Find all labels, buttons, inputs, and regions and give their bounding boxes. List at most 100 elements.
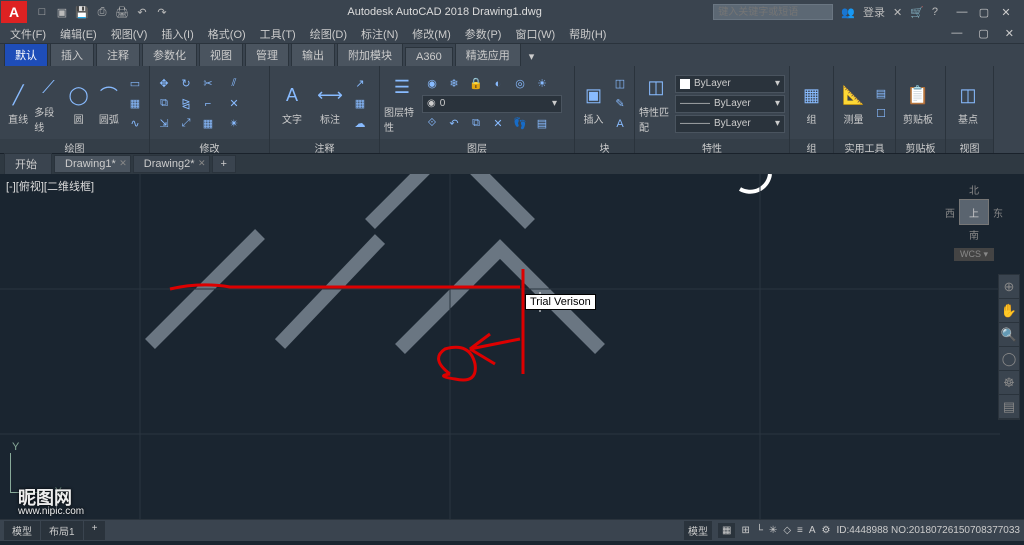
trim-icon[interactable]: ✂ <box>198 75 218 93</box>
info-icon[interactable]: 👥 <box>841 6 855 19</box>
close-tab-icon[interactable]: ✕ <box>119 158 127 169</box>
model-tab[interactable]: 模型 <box>4 521 40 540</box>
ribbon-expand-icon[interactable]: ▾ <box>523 47 541 66</box>
paste-button[interactable]: 📋剪贴板 <box>900 74 936 134</box>
workspace-icon[interactable]: ⚙ <box>822 525 831 536</box>
layer-state-icon[interactable]: ▤ <box>532 115 552 133</box>
snap-toggle-icon[interactable]: ⊞ <box>741 525 749 536</box>
saveas-icon[interactable]: ⎙ <box>94 4 110 20</box>
explode-icon[interactable]: ✴ <box>224 115 244 133</box>
line-button[interactable]: ╱直线 <box>4 74 32 134</box>
fillet-icon[interactable]: ⌐ <box>198 95 218 113</box>
anno-toggle-icon[interactable]: A <box>809 525 816 536</box>
ribbon-tab-featured[interactable]: 精选应用 <box>455 43 521 66</box>
cart-icon[interactable]: 🛒 <box>910 6 924 19</box>
doc-tab-drawing1[interactable]: Drawing1*✕ <box>54 155 131 173</box>
new-icon[interactable]: □ <box>34 4 50 20</box>
dimension-button[interactable]: ⟷标注 <box>312 74 348 134</box>
move-icon[interactable]: ✥ <box>154 75 174 93</box>
doc-restore-icon[interactable]: ▢ <box>972 25 994 42</box>
insert-block-button[interactable]: ▣插入 <box>579 74 608 134</box>
edit-block-icon[interactable]: ✎ <box>610 95 630 113</box>
new-doc-tab[interactable]: + <box>212 155 236 173</box>
doc-minimize-icon[interactable]: — <box>945 25 968 42</box>
layer-lock-icon[interactable]: 🔒 <box>466 75 486 93</box>
spline-icon[interactable]: ∿ <box>125 115 145 133</box>
ribbon-tab-insert[interactable]: 插入 <box>50 43 94 66</box>
layer-thaw-icon[interactable]: ☀ <box>532 75 552 93</box>
layer-selector[interactable]: ◉0▾ <box>422 95 562 113</box>
match-props-button[interactable]: ◫特性匹配 <box>639 74 673 134</box>
linetype-selector[interactable]: ———ByLayer▾ <box>675 115 785 133</box>
ortho-toggle-icon[interactable]: └ <box>756 525 763 536</box>
add-layout-tab[interactable]: + <box>84 521 106 540</box>
ribbon-tab-output[interactable]: 输出 <box>291 43 335 66</box>
showmotion-icon[interactable]: ▤ <box>999 395 1019 419</box>
menu-modify[interactable]: 修改(M) <box>406 24 457 44</box>
menu-dimension[interactable]: 标注(N) <box>355 24 404 44</box>
drawing-canvas[interactable]: [-][俯视][二维线框] Trial Verison 北 西上东 南 WCS … <box>0 174 1024 519</box>
ribbon-tab-a360[interactable]: A360 <box>405 47 453 66</box>
measure-button[interactable]: 📐测量 <box>838 74 869 134</box>
polar-toggle-icon[interactable]: ✳ <box>769 525 777 536</box>
text-button[interactable]: A文字 <box>274 74 310 134</box>
pan-icon[interactable]: ✋ <box>999 299 1019 323</box>
layer-prev-icon[interactable]: ↶ <box>444 115 464 133</box>
erase-icon[interactable]: ✕ <box>224 95 244 113</box>
ribbon-tab-manage[interactable]: 管理 <box>245 43 289 66</box>
lwt-toggle-icon[interactable]: ≡ <box>797 525 803 536</box>
viewcube[interactable]: 北 西上东 南 WCS ▾ <box>944 182 1004 252</box>
lineweight-selector[interactable]: ———ByLayer▾ <box>675 95 785 113</box>
minimize-button[interactable]: — <box>952 4 972 20</box>
copy-icon[interactable]: ⧉ <box>154 95 174 113</box>
steering-icon[interactable]: ☸ <box>999 371 1019 395</box>
menu-file[interactable]: 文件(F) <box>4 24 52 44</box>
table-icon[interactable]: ▦ <box>350 95 370 113</box>
ribbon-tab-annotate[interactable]: 注释 <box>96 43 140 66</box>
create-block-icon[interactable]: ◫ <box>610 75 630 93</box>
offset-icon[interactable]: ⫽ <box>224 75 244 93</box>
stretch-icon[interactable]: ⇲ <box>154 115 174 133</box>
redo-icon[interactable]: ↷ <box>154 4 170 20</box>
cloud-icon[interactable]: ☁ <box>350 115 370 133</box>
menu-view[interactable]: 视图(V) <box>105 24 154 44</box>
menu-insert[interactable]: 插入(I) <box>155 24 199 44</box>
doc-tab-start[interactable]: 开始 <box>4 153 52 175</box>
login-link[interactable]: 登录 <box>863 4 885 20</box>
color-selector[interactable]: ByLayer▾ <box>675 75 785 93</box>
open-icon[interactable]: ▣ <box>54 4 70 20</box>
layer-del-icon[interactable]: ✕ <box>488 115 508 133</box>
close-tab-icon[interactable]: ✕ <box>198 158 206 169</box>
attr-icon[interactable]: A <box>610 115 630 133</box>
full-nav-icon[interactable]: ⊕ <box>999 275 1019 299</box>
layer-match-icon[interactable]: ⟐ <box>422 115 442 133</box>
help-icon[interactable]: ? <box>932 6 938 18</box>
menu-tools[interactable]: 工具(T) <box>254 24 302 44</box>
layout1-tab[interactable]: 布局1 <box>41 521 83 540</box>
ribbon-tab-addins[interactable]: 附加模块 <box>337 43 403 66</box>
osnap-toggle-icon[interactable]: ◇ <box>783 525 791 536</box>
select-icon[interactable]: ☐ <box>871 105 891 123</box>
array-icon[interactable]: ▦ <box>198 115 218 133</box>
arc-button[interactable]: ⌒圆弧 <box>95 74 123 134</box>
layer-walk-icon[interactable]: 👣 <box>510 115 530 133</box>
zoom-icon[interactable]: 🔍 <box>999 323 1019 347</box>
group-button[interactable]: ▦组 <box>794 74 829 134</box>
ribbon-tab-default[interactable]: 默认 <box>4 43 48 66</box>
menu-param[interactable]: 参数(P) <box>459 24 508 44</box>
menu-help[interactable]: 帮助(H) <box>563 24 612 44</box>
ribbon-tab-view[interactable]: 视图 <box>199 43 243 66</box>
close-button[interactable]: ✕ <box>996 4 1016 20</box>
polyline-button[interactable]: ⟋多段线 <box>34 74 62 134</box>
grid-toggle-icon[interactable]: ▦ <box>718 523 735 538</box>
layer-merge-icon[interactable]: ⧉ <box>466 115 486 133</box>
calc-icon[interactable]: ▤ <box>871 85 891 103</box>
ribbon-tab-parametric[interactable]: 参数化 <box>142 43 197 66</box>
rotate-icon[interactable]: ↻ <box>176 75 196 93</box>
layer-freeze-icon[interactable]: ❄ <box>444 75 464 93</box>
mirror-icon[interactable]: ⧎ <box>176 95 196 113</box>
doc-tab-drawing2[interactable]: Drawing2*✕ <box>133 155 210 173</box>
hatch-icon[interactable]: ▦ <box>125 95 145 113</box>
orbit-icon[interactable]: ◯ <box>999 347 1019 371</box>
viewcube-top[interactable]: 上 <box>959 199 989 225</box>
